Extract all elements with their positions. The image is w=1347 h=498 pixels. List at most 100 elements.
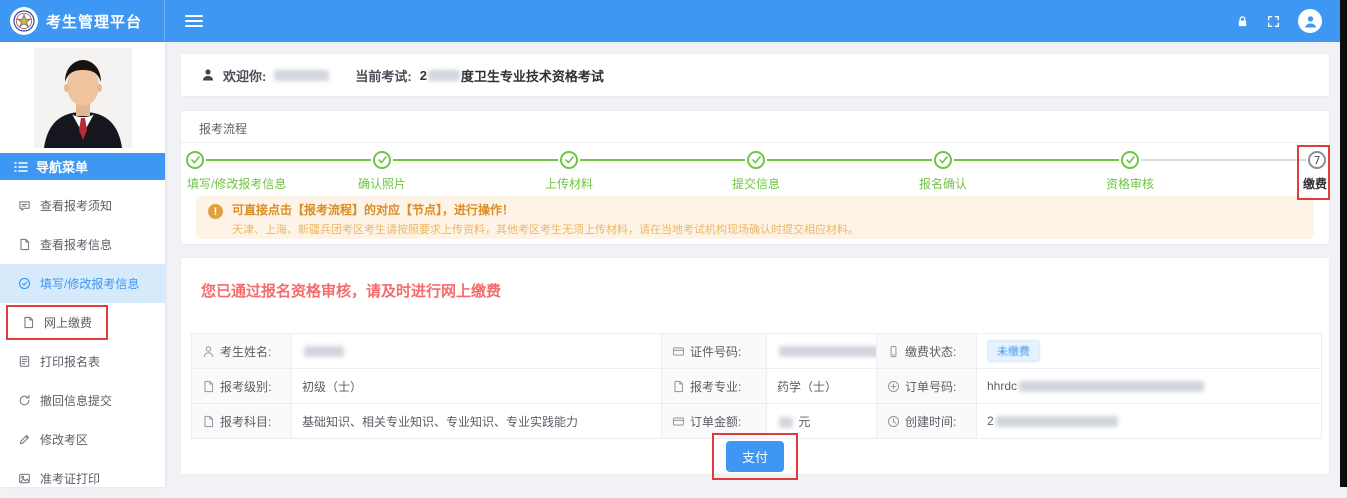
- hamburger-icon[interactable]: [185, 14, 203, 28]
- welcome-panel: 欢迎你: 当前考试: 2 度卫生专业技术资格考试: [180, 53, 1330, 97]
- user-icon: [201, 68, 215, 82]
- candidate-photo: [0, 42, 165, 148]
- step-label[interactable]: 提交信息: [732, 175, 780, 192]
- field-label-cell: 订单号码:: [877, 369, 977, 404]
- fullscreen-icon: [1267, 15, 1280, 28]
- message-icon: [18, 199, 31, 212]
- annotation-box-pay: 支付: [712, 433, 798, 480]
- field-value: 初级（士）: [302, 380, 362, 394]
- redacted-value: [779, 346, 877, 357]
- sidebar-item-4[interactable]: 打印报名表: [0, 342, 165, 381]
- audit-result-heading: 您已通过报名资格审核，请及时进行网上缴费: [201, 280, 501, 301]
- nav-header-label: 导航菜单: [36, 157, 88, 176]
- document-icon: [672, 380, 685, 393]
- notice-box: ! 可直接点击【报考流程】的对应【节点】，进行操作！ 天津、上海、新疆兵团考区考…: [196, 196, 1314, 239]
- process-title: 报考流程: [181, 111, 1329, 137]
- field-label-cell: 报考级别:: [192, 369, 292, 404]
- field-label-cell: 考生姓名:: [192, 334, 292, 369]
- candidate-info-table: 考生姓名: 证件号码: 缴费状态: 未缴费报考级别: 初级（士） 报考专业: 药学（士） 订单…: [191, 333, 1322, 439]
- step-node-done[interactable]: [560, 151, 578, 169]
- field-value-cell: 未缴费: [977, 334, 1322, 369]
- document-icon: [202, 380, 215, 393]
- sidebar-item-label: 查看报考信息: [40, 236, 112, 253]
- step-label[interactable]: 确认照片: [358, 175, 406, 192]
- exam-title-prefix: 2: [420, 68, 427, 83]
- sidebar-item-0[interactable]: 查看报考须知: [0, 186, 165, 225]
- sidebar-nav-header: 导航菜单: [0, 153, 165, 180]
- redacted-value: [304, 346, 344, 357]
- lock-button[interactable]: [1236, 15, 1249, 28]
- check-circle-icon: [18, 277, 31, 290]
- step-connector: [580, 159, 745, 161]
- sidebar-item-2[interactable]: 填写/修改报考信息: [0, 264, 165, 303]
- pay-button[interactable]: 支付: [726, 441, 784, 472]
- field-label: 报考级别:: [220, 378, 271, 395]
- field-label: 证件号码:: [690, 343, 741, 360]
- step-label[interactable]: 报名确认: [919, 175, 967, 192]
- step-connector: [954, 159, 1119, 161]
- notice-body: 天津、上海、新疆兵团考区考生请按照要求上传资料，其他考区考生无须上传材料，请在当…: [232, 221, 859, 237]
- menu-list-icon: [14, 161, 28, 173]
- document-icon: [202, 415, 215, 428]
- field-value: 2: [987, 414, 994, 428]
- greeting-label: 欢迎你:: [223, 66, 266, 85]
- redacted-value: [779, 417, 793, 428]
- step-connector: [767, 159, 932, 161]
- form-icon: [18, 355, 31, 368]
- user-avatar[interactable]: [1298, 9, 1322, 33]
- clock-icon: [887, 415, 900, 428]
- sidebar-menu: 查看报考须知查看报考信息填写/修改报考信息网上缴费打印报名表撤回信息提交修改考区…: [0, 180, 165, 498]
- step-node-done[interactable]: [1121, 151, 1139, 169]
- field-value-cell: 药学（士）: [767, 369, 877, 404]
- sidebar: 导航菜单 查看报考须知查看报考信息填写/修改报考信息网上缴费打印报名表撤回信息提…: [0, 42, 165, 487]
- steps-track: 填写/修改报考信息确认照片上传材料提交信息报名确认资格审核7缴费: [181, 143, 1331, 201]
- annotation-box-step7: [1297, 145, 1330, 200]
- step-label[interactable]: 上传材料: [545, 175, 593, 192]
- sidebar-item-7[interactable]: 准考证打印: [0, 459, 165, 498]
- field-value-cell: [767, 334, 877, 369]
- window-edge: [1340, 0, 1347, 487]
- step-connector: [393, 159, 558, 161]
- field-value: 元: [798, 415, 810, 429]
- sidebar-item-label: 准考证打印: [40, 470, 100, 487]
- sidebar-item-6[interactable]: 修改考区: [0, 420, 165, 459]
- field-value: 基础知识、相关专业知识、专业知识、专业实践能力: [302, 415, 578, 429]
- field-label: 考生姓名:: [220, 343, 271, 360]
- step-node-done[interactable]: [186, 151, 204, 169]
- fullscreen-button[interactable]: [1267, 15, 1280, 28]
- field-value: 药学（士）: [777, 380, 837, 394]
- sidebar-item-5[interactable]: 撤回信息提交: [0, 381, 165, 420]
- sidebar-item-3[interactable]: 网上缴费: [6, 305, 108, 340]
- top-bar: 考生管理平台: [0, 0, 1340, 42]
- step-node-done[interactable]: [373, 151, 391, 169]
- brand: 考生管理平台: [0, 0, 165, 42]
- field-label: 订单金额:: [690, 413, 741, 430]
- field-label: 创建时间:: [905, 413, 956, 430]
- redacted-value: [996, 416, 1118, 427]
- field-label: 报考专业:: [690, 378, 741, 395]
- table-row: 报考级别: 初级（士） 报考专业: 药学（士） 订单号码: hhrdc: [192, 369, 1322, 404]
- sidebar-item-label: 填写/修改报考信息: [40, 275, 139, 292]
- sidebar-item-1[interactable]: 查看报考信息: [0, 225, 165, 264]
- step-connector: [206, 159, 371, 161]
- step-node-done[interactable]: [747, 151, 765, 169]
- step-node-done[interactable]: [934, 151, 952, 169]
- topbar-actions: [1236, 9, 1340, 33]
- refresh-icon: [18, 394, 31, 407]
- card-icon: [672, 415, 685, 428]
- field-label-cell: 缴费状态:: [877, 334, 977, 369]
- field-value: hhrdc: [987, 379, 1017, 393]
- sidebar-item-label: 打印报名表: [40, 353, 100, 370]
- field-value-cell: hhrdc: [977, 369, 1322, 404]
- payment-status-badge: 未缴费: [987, 340, 1040, 362]
- step-label[interactable]: 资格审核: [1106, 175, 1154, 192]
- pay-row: 支付: [181, 433, 1329, 480]
- field-label-cell: 报考专业:: [662, 369, 767, 404]
- card-icon: [672, 345, 685, 358]
- current-exam-label: 当前考试:: [355, 66, 411, 85]
- step-label[interactable]: 填写/修改报考信息: [187, 175, 286, 192]
- sidebar-item-label: 修改考区: [40, 431, 88, 448]
- redacted-value: [1019, 381, 1204, 392]
- sidebar-item-label: 撤回信息提交: [40, 392, 112, 409]
- payment-panel: 您已通过报名资格审核，请及时进行网上缴费 考生姓名: 证件号码: 缴费状态: 未缴费报…: [180, 257, 1330, 475]
